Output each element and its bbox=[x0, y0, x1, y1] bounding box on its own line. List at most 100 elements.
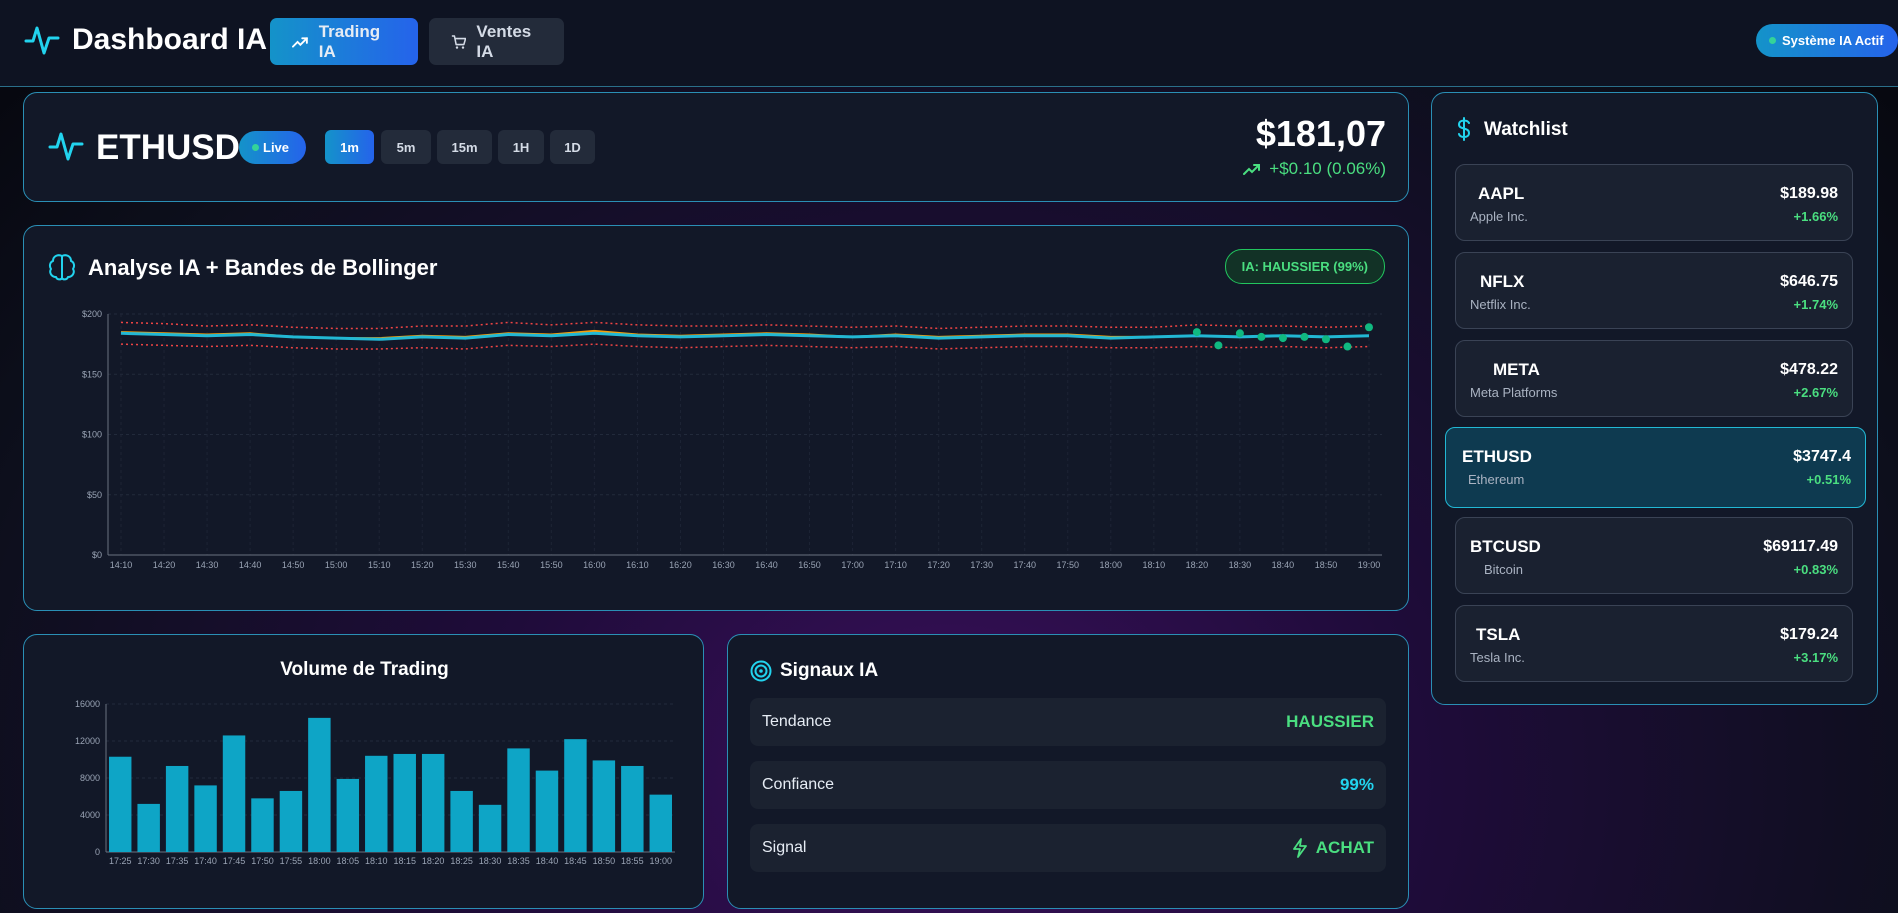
signal-label: Signal bbox=[762, 839, 807, 856]
nav-trading-ia-button[interactable]: Trading IA bbox=[270, 18, 418, 65]
x-tick-label: 17:10 bbox=[884, 560, 907, 570]
watchlist-item-nflx[interactable]: NFLX Netflix Inc. $646.75 +1.74% bbox=[1455, 252, 1853, 329]
volume-bar bbox=[649, 794, 672, 852]
volume-bar bbox=[393, 753, 416, 852]
nav-ventes-ia-button[interactable]: Ventes IA bbox=[429, 18, 564, 65]
x-tick-label: 15:50 bbox=[540, 560, 563, 570]
watchlist-name: Netflix Inc. bbox=[1470, 297, 1531, 312]
x-tick-label: 17:30 bbox=[137, 856, 160, 866]
watchlist-change: +3.17% bbox=[1793, 650, 1838, 665]
watchlist-symbol: BTCUSD bbox=[1470, 537, 1541, 556]
volume-bar bbox=[535, 770, 559, 852]
bollinger-chart: $0 $50 $100 $150 $200 14:10 14:20 14:30 14:40 14:… bbox=[82, 309, 1382, 570]
watchlist-price: $3747.4 bbox=[1793, 448, 1851, 465]
watchlist-price: $646.75 bbox=[1780, 273, 1838, 290]
volume-bar bbox=[109, 756, 132, 852]
volume-bar bbox=[279, 790, 303, 852]
x-tick-label: 14:30 bbox=[196, 560, 219, 570]
x-tick-label: 14:50 bbox=[282, 560, 305, 570]
watchlist-name: Meta Platforms bbox=[1470, 385, 1558, 400]
live-label: Live bbox=[263, 140, 290, 155]
activity-icon bbox=[48, 132, 84, 161]
x-tick-label: 15:30 bbox=[454, 560, 477, 570]
dollar-icon bbox=[1457, 117, 1471, 141]
y-tick-label: $150 bbox=[82, 369, 102, 379]
y-tick-label: $50 bbox=[87, 490, 102, 500]
x-tick-label: 14:40 bbox=[239, 560, 262, 570]
cart-icon bbox=[451, 34, 467, 49]
x-tick-label: 17:20 bbox=[927, 560, 950, 570]
x-tick-label: 18:50 bbox=[593, 856, 616, 866]
watchlist-change: +0.51% bbox=[1806, 472, 1851, 487]
price-change-value: +$0.10 (0.06%) bbox=[1269, 159, 1386, 178]
x-tick-label: 18:00 bbox=[1100, 560, 1123, 570]
analysis-title: Analyse IA + Bandes de Bollinger bbox=[88, 255, 438, 280]
watchlist-name: Bitcoin bbox=[1484, 562, 1524, 577]
trending-up-icon bbox=[1243, 164, 1261, 175]
ticker-card: ETHUSD Live 1m 5m 15m 1H 1D $181,07 +$0.… bbox=[23, 92, 1409, 202]
volume-bar bbox=[137, 803, 160, 852]
volume-bar bbox=[336, 778, 360, 852]
x-tick-label: 17:30 bbox=[970, 560, 993, 570]
timeframe-1h-button[interactable]: 1H bbox=[498, 130, 544, 164]
timeframe-5m-button[interactable]: 5m bbox=[381, 130, 431, 164]
x-tick-label: 14:10 bbox=[110, 560, 133, 570]
signal-value: HAUSSIER bbox=[1286, 712, 1374, 731]
watchlist-change: +1.74% bbox=[1793, 297, 1838, 312]
x-tick-label: 15:20 bbox=[411, 560, 434, 570]
watchlist-item-meta[interactable]: META Meta Platforms $478.22 +2.67% bbox=[1455, 340, 1853, 417]
watchlist-name: Ethereum bbox=[1468, 472, 1525, 487]
y-tick-label: $100 bbox=[82, 430, 102, 440]
volume-bar bbox=[450, 790, 473, 852]
x-tick-label: 18:25 bbox=[450, 856, 473, 866]
x-tick-label: 16:30 bbox=[712, 560, 735, 570]
signal-label: Tendance bbox=[762, 713, 832, 730]
bollinger-band-line bbox=[120, 321, 1370, 330]
watchlist-item-aapl[interactable]: AAPL Apple Inc. $189.98 +1.66% bbox=[1455, 164, 1853, 241]
volume-bar bbox=[194, 785, 217, 852]
nav-ventes-ia-label: Ventes IA bbox=[476, 21, 532, 61]
system-status-label: Système IA Actif bbox=[1782, 33, 1884, 48]
ai-trend-badge: IA: HAUSSIER (99%) bbox=[1224, 249, 1385, 284]
analysis-chart-card: $0 $50 $100 $150 $200 14:10 14:20 14:30 14:40 14:… bbox=[23, 225, 1409, 611]
x-tick-label: 16:00 bbox=[583, 560, 606, 570]
watchlist-item-ethusd[interactable]: ETHUSD Ethereum $3747.4 +0.51% bbox=[1445, 427, 1866, 508]
trending-up-icon bbox=[292, 36, 308, 48]
x-tick-label: 18:55 bbox=[621, 856, 644, 866]
signal-point bbox=[1278, 334, 1287, 343]
signal-row-tendance: Tendance HAUSSIER bbox=[750, 698, 1386, 746]
x-tick-label: 18:45 bbox=[564, 856, 587, 866]
watchlist-item-btcusd[interactable]: BTCUSD Bitcoin $69117.49 +0.83% bbox=[1455, 517, 1853, 594]
timeframe-15m-button[interactable]: 15m bbox=[437, 130, 492, 164]
volume-bar bbox=[478, 804, 502, 852]
target-icon bbox=[750, 660, 772, 682]
x-tick-label: 17:50 bbox=[1056, 560, 1079, 570]
x-tick-label: 18:10 bbox=[365, 856, 388, 866]
watchlist-symbol: NFLX bbox=[1480, 272, 1525, 291]
x-tick-label: 17:50 bbox=[251, 856, 274, 866]
y-tick-label: 8000 bbox=[80, 773, 100, 783]
x-tick-label: 16:10 bbox=[626, 560, 649, 570]
x-tick-label: 19:00 bbox=[650, 856, 673, 866]
watchlist-item-tsla[interactable]: TSLA Tesla Inc. $179.24 +3.17% bbox=[1455, 605, 1853, 682]
x-tick-label: 14:20 bbox=[153, 560, 176, 570]
volume-card: 0 4000 8000 12000 16000 17:25 17:30 17:35 17:40 1… bbox=[23, 634, 704, 909]
bollinger-band-line bbox=[120, 343, 1370, 350]
watchlist-name: Apple Inc. bbox=[1470, 209, 1528, 224]
watchlist-change: +2.67% bbox=[1793, 385, 1838, 400]
y-tick-label: $0 bbox=[92, 550, 102, 560]
timeframe-1d-button[interactable]: 1D bbox=[550, 130, 595, 164]
x-tick-label: 15:10 bbox=[368, 560, 391, 570]
x-tick-label: 18:30 bbox=[1229, 560, 1252, 570]
watchlist-price: $478.22 bbox=[1780, 361, 1838, 378]
x-tick-label: 17:40 bbox=[194, 856, 217, 866]
ticker-symbol: ETHUSD bbox=[96, 128, 240, 167]
signals-title: Signaux IA bbox=[780, 660, 879, 681]
timeframe-1m-button[interactable]: 1m bbox=[325, 130, 374, 164]
current-price: $181,07 bbox=[1255, 113, 1386, 154]
y-tick-label: 16000 bbox=[75, 699, 100, 709]
x-tick-label: 17:45 bbox=[223, 856, 246, 866]
signal-value: 99% bbox=[1339, 775, 1374, 794]
volume-bar bbox=[308, 717, 331, 852]
x-tick-label: 17:25 bbox=[109, 856, 132, 866]
